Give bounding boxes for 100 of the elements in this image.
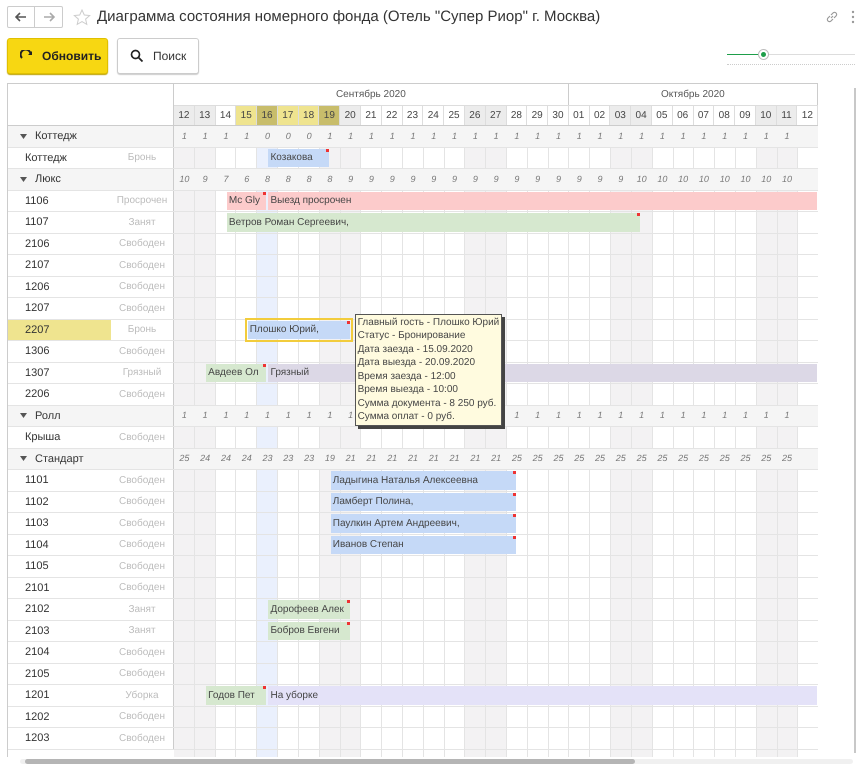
day-header[interactable]: 13 <box>194 105 216 125</box>
day-header[interactable]: 19 <box>319 105 340 125</box>
count-label: 1 <box>639 409 644 422</box>
collapse-icon[interactable] <box>20 456 27 462</box>
count-label: 1 <box>410 130 416 142</box>
day-header[interactable]: 12 <box>797 105 818 125</box>
day-header[interactable]: 30 <box>548 105 569 125</box>
count-label: 1 <box>223 409 228 422</box>
count-label: 24 <box>242 452 252 465</box>
booking-bar[interactable]: Годов Пет <box>206 686 266 704</box>
day-header[interactable]: 01 <box>568 105 590 125</box>
day-header[interactable]: 15 <box>236 105 258 125</box>
link-icon[interactable] <box>825 10 839 24</box>
booking-bar[interactable]: Выезд просрочен <box>268 192 817 210</box>
day-header[interactable]: 06 <box>672 105 694 125</box>
day-header[interactable]: 29 <box>527 105 548 125</box>
count-label: 1 <box>535 130 540 142</box>
count-label: 9 <box>202 172 208 186</box>
count-label: 9 <box>348 172 354 186</box>
day-header[interactable]: 27 <box>486 105 506 125</box>
count-label: 9 <box>390 172 395 186</box>
count-label: 9 <box>452 172 458 186</box>
collapse-icon[interactable] <box>20 134 27 139</box>
count-label: 1 <box>390 130 395 142</box>
day-header[interactable]: 10 <box>756 105 777 125</box>
search-button[interactable]: Поиск <box>117 38 200 74</box>
count-label: 10 <box>720 172 730 186</box>
day-header[interactable]: 21 <box>361 105 382 125</box>
count-label: 21 <box>491 452 502 465</box>
count-label: 10 <box>636 172 647 186</box>
booking-bar[interactable]: Mc Gly <box>226 192 266 210</box>
count-label: 10 <box>782 172 792 186</box>
count-label: 9 <box>368 172 374 186</box>
booking-bar[interactable]: Дорофеев Алек <box>268 600 350 618</box>
count-label: 1 <box>244 409 250 422</box>
day-header[interactable]: 04 <box>631 105 652 125</box>
count-label: 1 <box>514 130 520 142</box>
group-name: Люкс <box>35 172 61 187</box>
booking-bar[interactable]: Паулкин Артем Андреевич, <box>330 514 516 532</box>
count-label: 1 <box>784 130 790 142</box>
count-label: 1 <box>742 409 748 422</box>
count-label: 10 <box>698 172 709 186</box>
count-label: 25 <box>553 452 564 465</box>
count-label: 25 <box>678 452 688 465</box>
tooltip-line: Время заезда - 12:00 <box>358 370 457 383</box>
more-icon[interactable] <box>851 10 855 24</box>
count-label: 19 <box>324 452 335 465</box>
day-header[interactable]: 28 <box>506 105 528 125</box>
count-label: 21 <box>346 452 356 465</box>
count-label: 1 <box>701 130 706 142</box>
search-icon <box>130 49 144 63</box>
count-label: 1 <box>265 409 270 422</box>
day-header[interactable]: 09 <box>735 105 756 125</box>
refresh-button[interactable]: Обновить <box>7 38 108 74</box>
count-label: 21 <box>470 452 480 465</box>
booking-bar[interactable]: Ламберт Полина, <box>330 492 516 511</box>
vertical-scrollbar[interactable] <box>854 88 856 753</box>
day-header[interactable]: 18 <box>298 105 320 125</box>
count-label: 1 <box>182 409 187 422</box>
horizontal-scrollbar[interactable] <box>20 759 853 764</box>
count-label: 21 <box>450 452 460 465</box>
collapse-icon[interactable] <box>20 176 27 182</box>
booking-bar[interactable]: Ладыгина Наталья Алексеевна <box>330 471 516 490</box>
booking-bar[interactable]: Бобров Евгени <box>268 622 350 640</box>
booking-bar[interactable]: Ветров Роман Сергеевич, <box>226 213 640 232</box>
day-header[interactable]: 12 <box>174 105 195 125</box>
day-header[interactable]: 07 <box>694 105 714 125</box>
star-icon[interactable] <box>73 8 91 26</box>
booking-bar[interactable]: Иванов Степан <box>330 536 516 554</box>
day-header[interactable]: 16 <box>257 105 278 125</box>
count-label: 1 <box>494 130 499 142</box>
day-header[interactable]: 23 <box>402 105 424 125</box>
count-label: 1 <box>472 130 478 142</box>
booking-bar[interactable]: Плошко Юрий, <box>248 320 350 339</box>
count-label: 9 <box>472 172 478 186</box>
day-header[interactable]: 03 <box>610 105 632 125</box>
count-label: 1 <box>535 409 540 422</box>
day-header[interactable]: 17 <box>278 105 299 125</box>
day-header[interactable]: 26 <box>464 105 486 125</box>
room-number[interactable]: 2207 <box>8 320 111 340</box>
count-label: 9 <box>576 172 582 186</box>
count-label: 1 <box>680 130 686 142</box>
count-label: 9 <box>514 172 520 186</box>
booking-bar[interactable]: На уборке <box>268 686 817 704</box>
count-label: 25 <box>532 452 543 465</box>
day-header[interactable]: 25 <box>444 105 465 125</box>
day-header[interactable]: 22 <box>382 105 403 125</box>
count-label: 1 <box>618 409 624 422</box>
forward-arrow-icon <box>42 12 54 22</box>
booking-bar[interactable]: Козакова <box>268 148 329 167</box>
day-header[interactable]: 05 <box>652 105 673 125</box>
count-label: 8 <box>265 172 270 186</box>
day-header[interactable]: 02 <box>590 105 610 125</box>
day-header[interactable]: 11 <box>776 105 798 125</box>
day-header[interactable]: 14 <box>216 105 236 125</box>
day-header[interactable]: 20 <box>340 105 362 125</box>
booking-bar[interactable]: Авдеев Ол <box>206 364 266 382</box>
day-header[interactable]: 24 <box>423 105 444 125</box>
collapse-icon[interactable] <box>20 413 27 418</box>
day-header[interactable]: 08 <box>714 105 736 125</box>
